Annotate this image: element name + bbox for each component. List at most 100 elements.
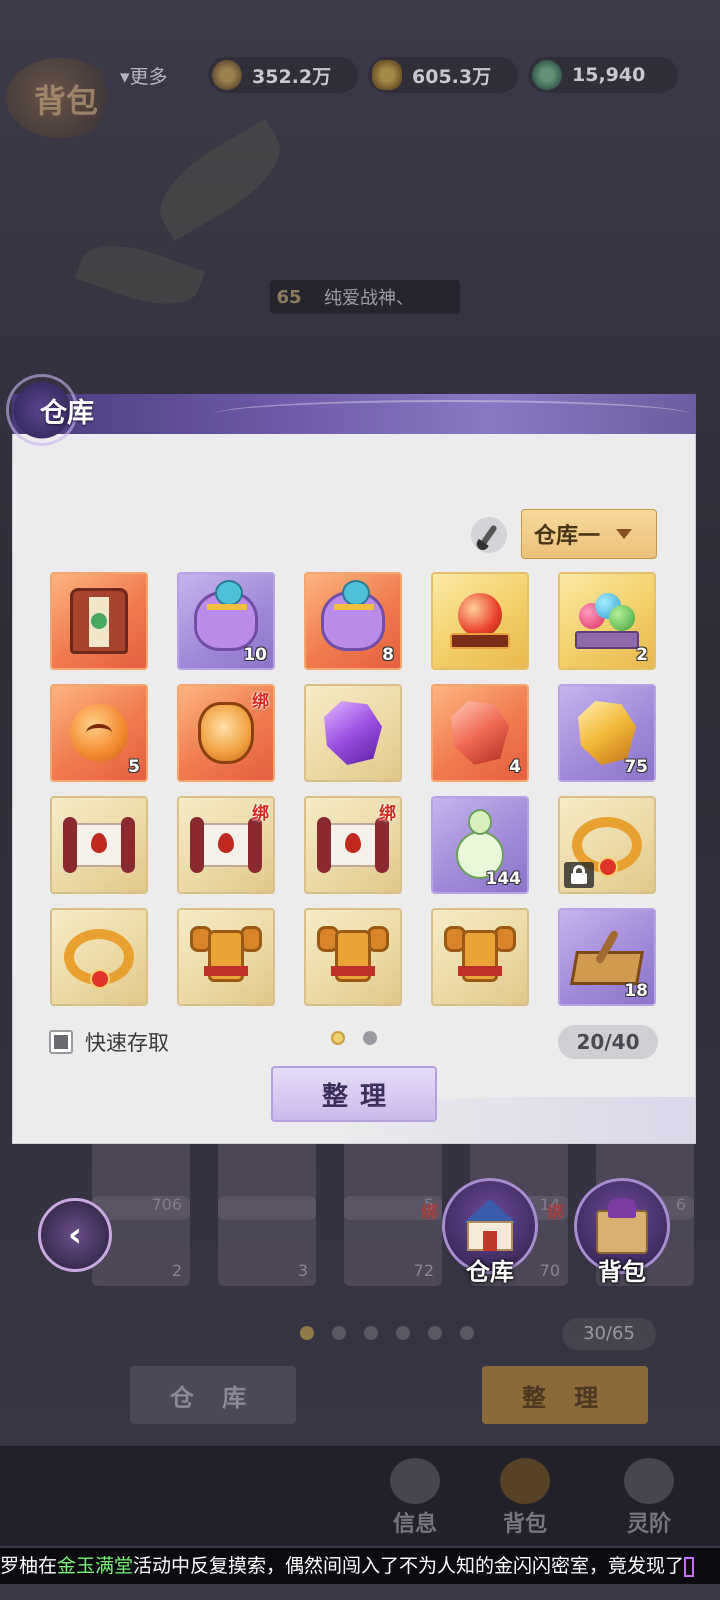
- bound-badge: 绑: [252, 804, 269, 824]
- item-slot[interactable]: [558, 796, 656, 894]
- storage-capacity: 20/40: [558, 1025, 658, 1059]
- announcement-ticker: 罗柚在金玉满堂活动中反复摸索，偶然间闯入了不为人知的金闪闪密室，竟发现了: [0, 1548, 720, 1584]
- header-swoosh-decoration: [212, 400, 692, 430]
- bg-storage-button: 仓 库: [130, 1366, 296, 1424]
- warehouse-icon: [461, 1199, 519, 1253]
- quick-access-label: 快速存取: [85, 1031, 169, 1055]
- brush-button[interactable]: [471, 517, 507, 553]
- gold-ingot-icon: [372, 60, 402, 90]
- tab-bag: 背包: [480, 1458, 570, 1538]
- bag-nav-button[interactable]: 背包: [572, 1178, 672, 1288]
- player-name: 纯爱战神、: [324, 288, 414, 309]
- player-info: 65 纯爱战神、: [270, 280, 460, 314]
- scroll-item-icon: [317, 817, 389, 873]
- pouch-item-icon: [321, 580, 385, 651]
- leaf-decoration: [144, 119, 296, 241]
- item-slot[interactable]: [304, 684, 402, 782]
- item-quantity: 4: [509, 757, 521, 777]
- currency-more-button[interactable]: ▾更多: [120, 62, 198, 89]
- page-dot[interactable]: [363, 1031, 377, 1045]
- item-quantity: 8: [382, 645, 394, 665]
- back-arrow-icon: ‹: [67, 1215, 82, 1255]
- brush-icon: [480, 524, 498, 546]
- modal-header: [12, 394, 696, 434]
- item-slot[interactable]: 2: [558, 572, 656, 670]
- item-slot[interactable]: 5: [50, 684, 148, 782]
- bg-page-dots: [300, 1326, 474, 1340]
- ticker-segment: 在: [38, 1555, 58, 1577]
- item-slot[interactable]: 绑: [177, 684, 275, 782]
- flame-icon: [624, 1458, 674, 1504]
- item-slot[interactable]: 4: [431, 684, 529, 782]
- item-slot[interactable]: 18: [558, 908, 656, 1006]
- storage-select-value: 仓库一: [534, 524, 601, 549]
- quick-access-toggle[interactable]: 快速存取: [49, 1027, 169, 1057]
- gem-amber-item-icon: [578, 701, 636, 765]
- back-button[interactable]: ‹: [38, 1198, 112, 1272]
- item-slot[interactable]: 10: [177, 572, 275, 670]
- item-slot[interactable]: [304, 908, 402, 1006]
- item-slot[interactable]: [431, 572, 529, 670]
- orb-item-icon: [450, 593, 510, 649]
- bg-item-slot: 3: [218, 1196, 316, 1286]
- warehouse-modal: 仓库一 10 8 2 5 绑 4 75 绑绑 144 18 快速存取 20/40 整理 仓库: [6, 374, 696, 1144]
- warehouse-panel: 仓库一 10 8 2 5 绑 4 75 绑绑 144 18 快速存取 20/40 整理: [12, 430, 696, 1144]
- gem-violet-item-icon: [324, 701, 382, 765]
- ticker-link-bracket: [684, 1556, 695, 1577]
- tab-info: 信息: [370, 1458, 460, 1538]
- robe-item-icon: [70, 588, 128, 654]
- bound-badge: 绑: [252, 692, 269, 712]
- gem-red-item-icon: [451, 701, 509, 765]
- ticker-segment: 金玉满堂: [57, 1555, 134, 1577]
- player-level: 65: [276, 286, 302, 308]
- page-dot-active[interactable]: [331, 1031, 345, 1045]
- item-slot[interactable]: 8: [304, 572, 402, 670]
- bg-sort-button: 整 理: [482, 1366, 648, 1424]
- mask-item-icon: [198, 702, 254, 764]
- item-slot[interactable]: 144: [431, 796, 529, 894]
- bag-icon: [500, 1458, 550, 1504]
- item-slot[interactable]: [50, 796, 148, 894]
- pouch-item-icon: [194, 580, 258, 651]
- item-quantity: 18: [624, 981, 648, 1001]
- currency-coin-value: 352.2万: [252, 65, 332, 88]
- bound-badge: 绑: [379, 804, 396, 824]
- ring-item-icon: [64, 929, 134, 989]
- page-indicator: [331, 1031, 377, 1045]
- leaf-decoration: [75, 230, 205, 320]
- storage-nav-label: 仓库: [466, 1258, 514, 1286]
- balls-item-icon: [575, 593, 639, 649]
- item-grid: 10 8 2 5 绑 4 75 绑绑 144 18: [50, 572, 656, 1006]
- fox-item-icon: [70, 704, 128, 762]
- caret-down-icon: [616, 529, 633, 539]
- item-slot[interactable]: [431, 908, 529, 1006]
- ticker-segment: 活动中反复摸索，偶然间闯入了不为人知的金闪闪密室，竟发现了: [133, 1555, 685, 1577]
- fist-icon: [390, 1458, 440, 1504]
- bag-nav-label: 背包: [598, 1258, 646, 1286]
- currency-coin: 352.2万: [208, 57, 358, 93]
- scroll-item-icon: [63, 817, 135, 873]
- quick-access-checkbox[interactable]: [49, 1030, 73, 1054]
- scroll-item-icon: [190, 817, 262, 873]
- gift-bag-icon: [592, 1198, 652, 1254]
- item-slot[interactable]: 绑: [177, 796, 275, 894]
- armor-item-icon: [317, 926, 389, 988]
- storage-select[interactable]: 仓库一: [521, 509, 657, 559]
- item-slot[interactable]: [50, 908, 148, 1006]
- item-quantity: 144: [485, 869, 522, 889]
- item-slot[interactable]: 绑: [304, 796, 402, 894]
- item-slot[interactable]: [50, 572, 148, 670]
- tab-spirit: 灵阶: [604, 1458, 694, 1538]
- coin-icon: [212, 60, 242, 90]
- item-slot[interactable]: 75: [558, 684, 656, 782]
- storage-nav-button[interactable]: 仓库: [440, 1178, 540, 1288]
- item-quantity: 75: [624, 757, 648, 777]
- armor-item-icon: [444, 926, 516, 988]
- currency-bar: ▾更多 352.2万 605.3万 15,940: [120, 56, 700, 94]
- item-quantity: 2: [636, 645, 648, 665]
- item-slot[interactable]: [177, 908, 275, 1006]
- item-quantity: 5: [128, 757, 140, 777]
- ticker-segment: 罗柚: [0, 1555, 39, 1577]
- bag-title: 背包: [34, 82, 99, 120]
- jade-icon: [532, 60, 562, 90]
